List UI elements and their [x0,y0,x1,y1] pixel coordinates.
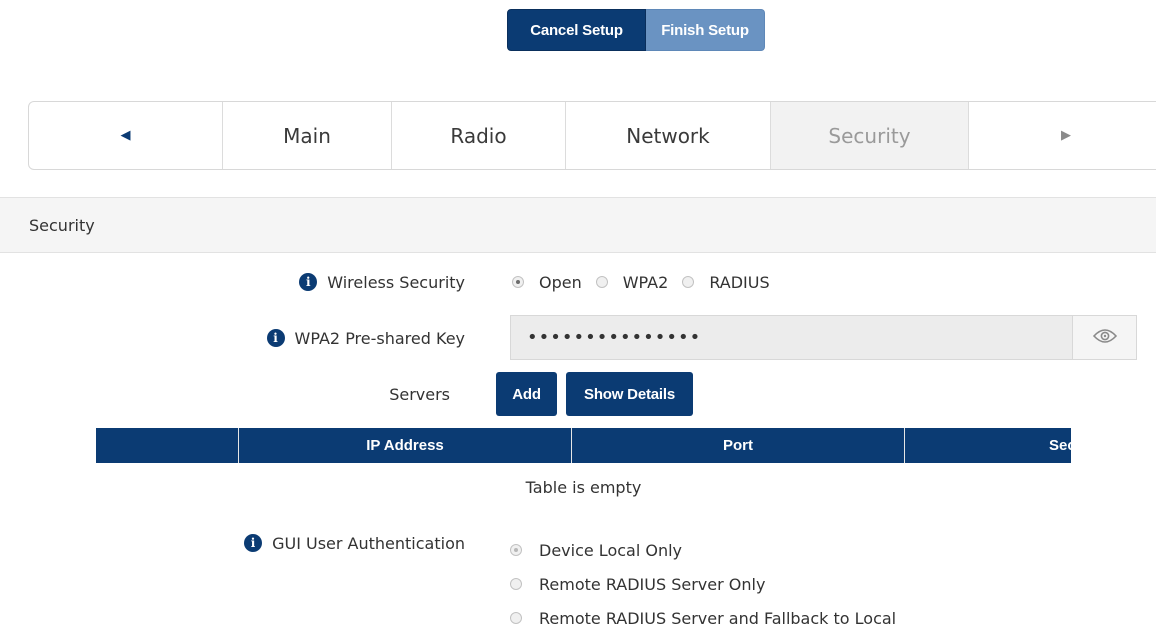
eye-icon [1092,328,1117,348]
radio-label: WPA2 [622,272,669,292]
radio-button[interactable] [595,276,608,288]
radio-label: Remote RADIUS Server and Fallback to Loc… [539,608,897,628]
tab-network[interactable]: Network [566,102,771,169]
add-server-button[interactable]: Add [496,372,557,416]
tab-security[interactable]: Security [771,102,969,169]
gui-auth-radio-group: Device Local Only Remote RADIUS Server O… [510,533,896,635]
radio-remote-radius-only[interactable]: Remote RADIUS Server Only [510,567,896,601]
cancel-setup-button[interactable]: Cancel Setup [507,9,646,51]
caret-right-icon: ▶ [1061,128,1071,143]
radio-button[interactable] [512,276,524,288]
section-title: Security [29,215,95,235]
radio-button[interactable] [682,276,695,288]
finish-setup-button[interactable]: Finish Setup [646,9,765,51]
psk-value: ••••••••••••••• [527,327,702,348]
wireless-security-label-row: i Wireless Security [250,270,465,294]
wireless-security-label: Wireless Security [327,272,465,292]
psk-label: WPA2 Pre-shared Key [294,328,465,348]
radio-label: Open [539,272,582,292]
info-icon[interactable]: i [299,273,318,291]
section-header: Security [0,198,1156,253]
radio-button[interactable] [510,544,522,556]
tab-next-button[interactable]: ▶ [969,102,1156,169]
radio-label: Device Local Only [539,540,683,560]
table-empty-message: Table is empty [525,478,642,497]
radio-label: RADIUS [709,272,770,292]
caret-left-icon: ◀ [120,128,131,143]
tab-main[interactable]: Main [223,102,392,169]
table-header-port[interactable]: Port [572,428,905,463]
info-icon[interactable]: i [244,534,263,552]
show-details-button[interactable]: Show Details [566,372,693,416]
table-header-secret[interactable]: Sec [905,428,1071,463]
radio-button[interactable] [510,612,522,624]
wireless-security-radio-group: Open WPA2 RADIUS [512,270,784,294]
table-header-select [96,428,239,463]
top-actions: Cancel Setup Finish Setup [507,9,765,51]
radio-remote-radius-fallback[interactable]: Remote RADIUS Server and Fallback to Loc… [510,601,896,635]
tab-radio[interactable]: Radio [392,102,566,169]
info-icon[interactable]: i [266,329,285,347]
wizard-tabs: ◀ Main Radio Network Security ▶ [28,101,1156,170]
radio-wpa2[interactable]: WPA2 [595,272,669,292]
gui-auth-label-row: i GUI User Authentication [200,531,465,555]
radio-open[interactable]: Open [512,273,582,292]
radio-device-local-only[interactable]: Device Local Only [510,533,896,567]
psk-label-row: i WPA2 Pre-shared Key [230,326,465,350]
gui-auth-label: GUI User Authentication [272,533,465,553]
table-header-ip-address[interactable]: IP Address [239,428,572,463]
servers-table-header: IP Address Port Sec [96,428,1071,463]
show-password-button[interactable] [1072,315,1137,360]
servers-label: Servers [389,384,450,404]
psk-input[interactable]: ••••••••••••••• [510,315,1073,360]
radio-radius[interactable]: RADIUS [682,272,770,292]
radio-button[interactable] [510,578,522,590]
tab-prev-button[interactable]: ◀ [29,102,223,169]
radio-label: Remote RADIUS Server Only [539,574,766,594]
